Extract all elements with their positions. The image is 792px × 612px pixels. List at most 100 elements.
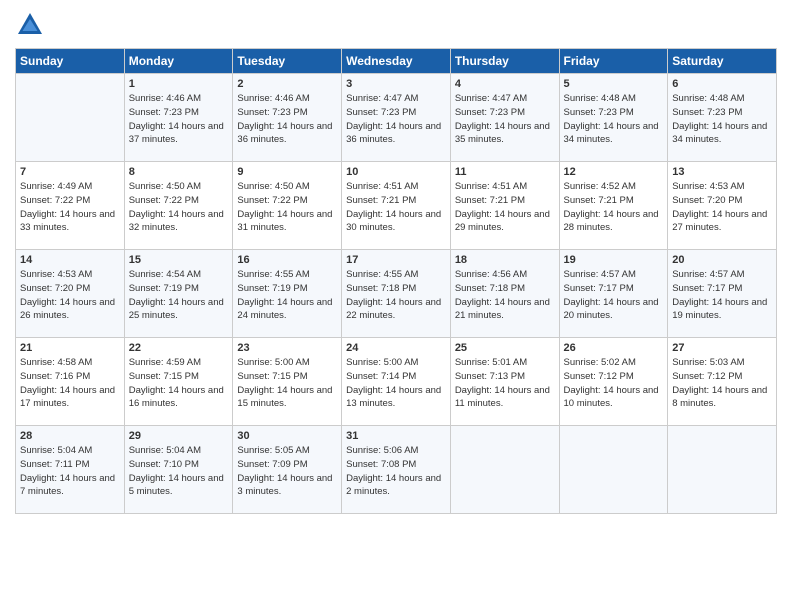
cell-data: Sunrise: 4:53 AMSunset: 7:20 PMDaylight:…	[20, 268, 120, 323]
day-number: 13	[672, 166, 772, 178]
cell-data: Sunrise: 4:51 AMSunset: 7:21 PMDaylight:…	[346, 180, 446, 235]
calendar-cell: 23 Sunrise: 5:00 AMSunset: 7:15 PMDayligh…	[233, 338, 342, 426]
calendar-cell	[559, 426, 668, 514]
day-number: 14	[20, 254, 120, 266]
day-number: 24	[346, 342, 446, 354]
cell-data: Sunrise: 4:55 AMSunset: 7:19 PMDaylight:…	[237, 268, 337, 323]
cell-data: Sunrise: 4:51 AMSunset: 7:21 PMDaylight:…	[455, 180, 555, 235]
day-number: 30	[237, 430, 337, 442]
calendar-cell: 30 Sunrise: 5:05 AMSunset: 7:09 PMDayligh…	[233, 426, 342, 514]
weekday-header-friday: Friday	[559, 49, 668, 74]
cell-data: Sunrise: 4:57 AMSunset: 7:17 PMDaylight:…	[564, 268, 664, 323]
day-number: 6	[672, 78, 772, 90]
calendar-cell: 22Sunrise: 4:59 AMSunset: 7:15 PMDayligh…	[124, 338, 233, 426]
calendar-cell: 26 Sunrise: 5:02 AMSunset: 7:12 PMDayligh…	[559, 338, 668, 426]
cell-data: Sunrise: 4:48 AMSunset: 7:23 PMDaylight:…	[564, 92, 664, 147]
day-number: 11	[455, 166, 555, 178]
day-number: 5	[564, 78, 664, 90]
cell-data: Sunrise: 4:55 AMSunset: 7:18 PMDaylight:…	[346, 268, 446, 323]
cell-data: Sunrise: 5:02 AMSunset: 7:12 PMDaylight:…	[564, 356, 664, 411]
day-number: 10	[346, 166, 446, 178]
cell-data: Sunrise: 4:52 AMSunset: 7:21 PMDaylight:…	[564, 180, 664, 235]
day-number: 15	[129, 254, 229, 266]
day-number: 28	[20, 430, 120, 442]
calendar-cell: 1 Sunrise: 4:46 AMSunset: 7:23 PMDaylight…	[124, 74, 233, 162]
day-number: 23	[237, 342, 337, 354]
day-number: 8	[129, 166, 229, 178]
day-number: 2	[237, 78, 337, 90]
cell-data: Sunrise: 4:56 AMSunset: 7:18 PMDaylight:…	[455, 268, 555, 323]
calendar-cell: 15 Sunrise: 4:54 AMSunset: 7:19 PMDayligh…	[124, 250, 233, 338]
day-number: 31	[346, 430, 446, 442]
cell-data: Sunrise: 4:53 AMSunset: 7:20 PMDaylight:…	[672, 180, 772, 235]
calendar-cell: 5 Sunrise: 4:48 AMSunset: 7:23 PMDaylight…	[559, 74, 668, 162]
cell-data: Sunrise: 4:49 AMSunset: 7:22 PMDaylight:…	[20, 180, 120, 235]
calendar-cell: 24 Sunrise: 5:00 AMSunset: 7:14 PMDayligh…	[342, 338, 451, 426]
calendar-cell: 4 Sunrise: 4:47 AMSunset: 7:23 PMDaylight…	[450, 74, 559, 162]
calendar-cell: 13 Sunrise: 4:53 AMSunset: 7:20 PMDayligh…	[668, 162, 777, 250]
cell-data: Sunrise: 4:58 AMSunset: 7:16 PMDaylight:…	[20, 356, 120, 411]
cell-data: Sunrise: 4:48 AMSunset: 7:23 PMDaylight:…	[672, 92, 772, 147]
week-row-5: 28 Sunrise: 5:04 AMSunset: 7:11 PMDayligh…	[16, 426, 777, 514]
calendar-cell: 3 Sunrise: 4:47 AMSunset: 7:23 PMDaylight…	[342, 74, 451, 162]
calendar-cell: 27 Sunrise: 5:03 AMSunset: 7:12 PMDayligh…	[668, 338, 777, 426]
header	[15, 10, 777, 40]
calendar-cell: 7 Sunrise: 4:49 AMSunset: 7:22 PMDaylight…	[16, 162, 125, 250]
calendar-cell: 6 Sunrise: 4:48 AMSunset: 7:23 PMDaylight…	[668, 74, 777, 162]
weekday-header-saturday: Saturday	[668, 49, 777, 74]
cell-data: Sunrise: 4:50 AMSunset: 7:22 PMDaylight:…	[237, 180, 337, 235]
day-number: 3	[346, 78, 446, 90]
week-row-4: 21 Sunrise: 4:58 AMSunset: 7:16 PMDayligh…	[16, 338, 777, 426]
day-number: 18	[455, 254, 555, 266]
calendar-cell: 11 Sunrise: 4:51 AMSunset: 7:21 PMDayligh…	[450, 162, 559, 250]
day-number: 9	[237, 166, 337, 178]
day-number: 7	[20, 166, 120, 178]
weekday-header-wednesday: Wednesday	[342, 49, 451, 74]
day-number: 29	[129, 430, 229, 442]
calendar-cell: 25Sunrise: 5:01 AMSunset: 7:13 PMDayligh…	[450, 338, 559, 426]
day-number: 19	[564, 254, 664, 266]
cell-data: Sunrise: 5:00 AMSunset: 7:14 PMDaylight:…	[346, 356, 446, 411]
weekday-header-thursday: Thursday	[450, 49, 559, 74]
calendar-header: SundayMondayTuesdayWednesdayThursdayFrid…	[16, 49, 777, 74]
cell-data: Sunrise: 4:46 AMSunset: 7:23 PMDaylight:…	[129, 92, 229, 147]
calendar-cell: 21 Sunrise: 4:58 AMSunset: 7:16 PMDayligh…	[16, 338, 125, 426]
week-row-1: 1 Sunrise: 4:46 AMSunset: 7:23 PMDaylight…	[16, 74, 777, 162]
calendar-cell: 17 Sunrise: 4:55 AMSunset: 7:18 PMDayligh…	[342, 250, 451, 338]
cell-data: Sunrise: 5:05 AMSunset: 7:09 PMDaylight:…	[237, 444, 337, 499]
calendar-cell: 8 Sunrise: 4:50 AMSunset: 7:22 PMDaylight…	[124, 162, 233, 250]
calendar-cell: 19 Sunrise: 4:57 AMSunset: 7:17 PMDayligh…	[559, 250, 668, 338]
weekday-header-monday: Monday	[124, 49, 233, 74]
calendar-cell: 31Sunrise: 5:06 AMSunset: 7:08 PMDayligh…	[342, 426, 451, 514]
logo	[15, 10, 49, 40]
weekday-row: SundayMondayTuesdayWednesdayThursdayFrid…	[16, 49, 777, 74]
day-number: 21	[20, 342, 120, 354]
day-number: 20	[672, 254, 772, 266]
day-number: 27	[672, 342, 772, 354]
calendar-cell: 14 Sunrise: 4:53 AMSunset: 7:20 PMDayligh…	[16, 250, 125, 338]
calendar-cell: 2 Sunrise: 4:46 AMSunset: 7:23 PMDaylight…	[233, 74, 342, 162]
page-container: SundayMondayTuesdayWednesdayThursdayFrid…	[0, 0, 792, 524]
day-number: 4	[455, 78, 555, 90]
week-row-3: 14 Sunrise: 4:53 AMSunset: 7:20 PMDayligh…	[16, 250, 777, 338]
day-number: 17	[346, 254, 446, 266]
day-number: 25	[455, 342, 555, 354]
cell-data: Sunrise: 5:04 AMSunset: 7:11 PMDaylight:…	[20, 444, 120, 499]
day-number: 12	[564, 166, 664, 178]
calendar-cell	[16, 74, 125, 162]
cell-data: Sunrise: 4:47 AMSunset: 7:23 PMDaylight:…	[346, 92, 446, 147]
cell-data: Sunrise: 5:03 AMSunset: 7:12 PMDaylight:…	[672, 356, 772, 411]
weekday-header-sunday: Sunday	[16, 49, 125, 74]
day-number: 26	[564, 342, 664, 354]
calendar-body: 1 Sunrise: 4:46 AMSunset: 7:23 PMDaylight…	[16, 74, 777, 514]
calendar-cell: 9 Sunrise: 4:50 AMSunset: 7:22 PMDaylight…	[233, 162, 342, 250]
day-number: 1	[129, 78, 229, 90]
calendar-cell: 16Sunrise: 4:55 AMSunset: 7:19 PMDayligh…	[233, 250, 342, 338]
cell-data: Sunrise: 4:54 AMSunset: 7:19 PMDaylight:…	[129, 268, 229, 323]
cell-data: Sunrise: 4:50 AMSunset: 7:22 PMDaylight:…	[129, 180, 229, 235]
cell-data: Sunrise: 4:47 AMSunset: 7:23 PMDaylight:…	[455, 92, 555, 147]
calendar-cell: 10 Sunrise: 4:51 AMSunset: 7:21 PMDayligh…	[342, 162, 451, 250]
cell-data: Sunrise: 4:59 AMSunset: 7:15 PMDaylight:…	[129, 356, 229, 411]
cell-data: Sunrise: 5:00 AMSunset: 7:15 PMDaylight:…	[237, 356, 337, 411]
cell-data: Sunrise: 4:46 AMSunset: 7:23 PMDaylight:…	[237, 92, 337, 147]
